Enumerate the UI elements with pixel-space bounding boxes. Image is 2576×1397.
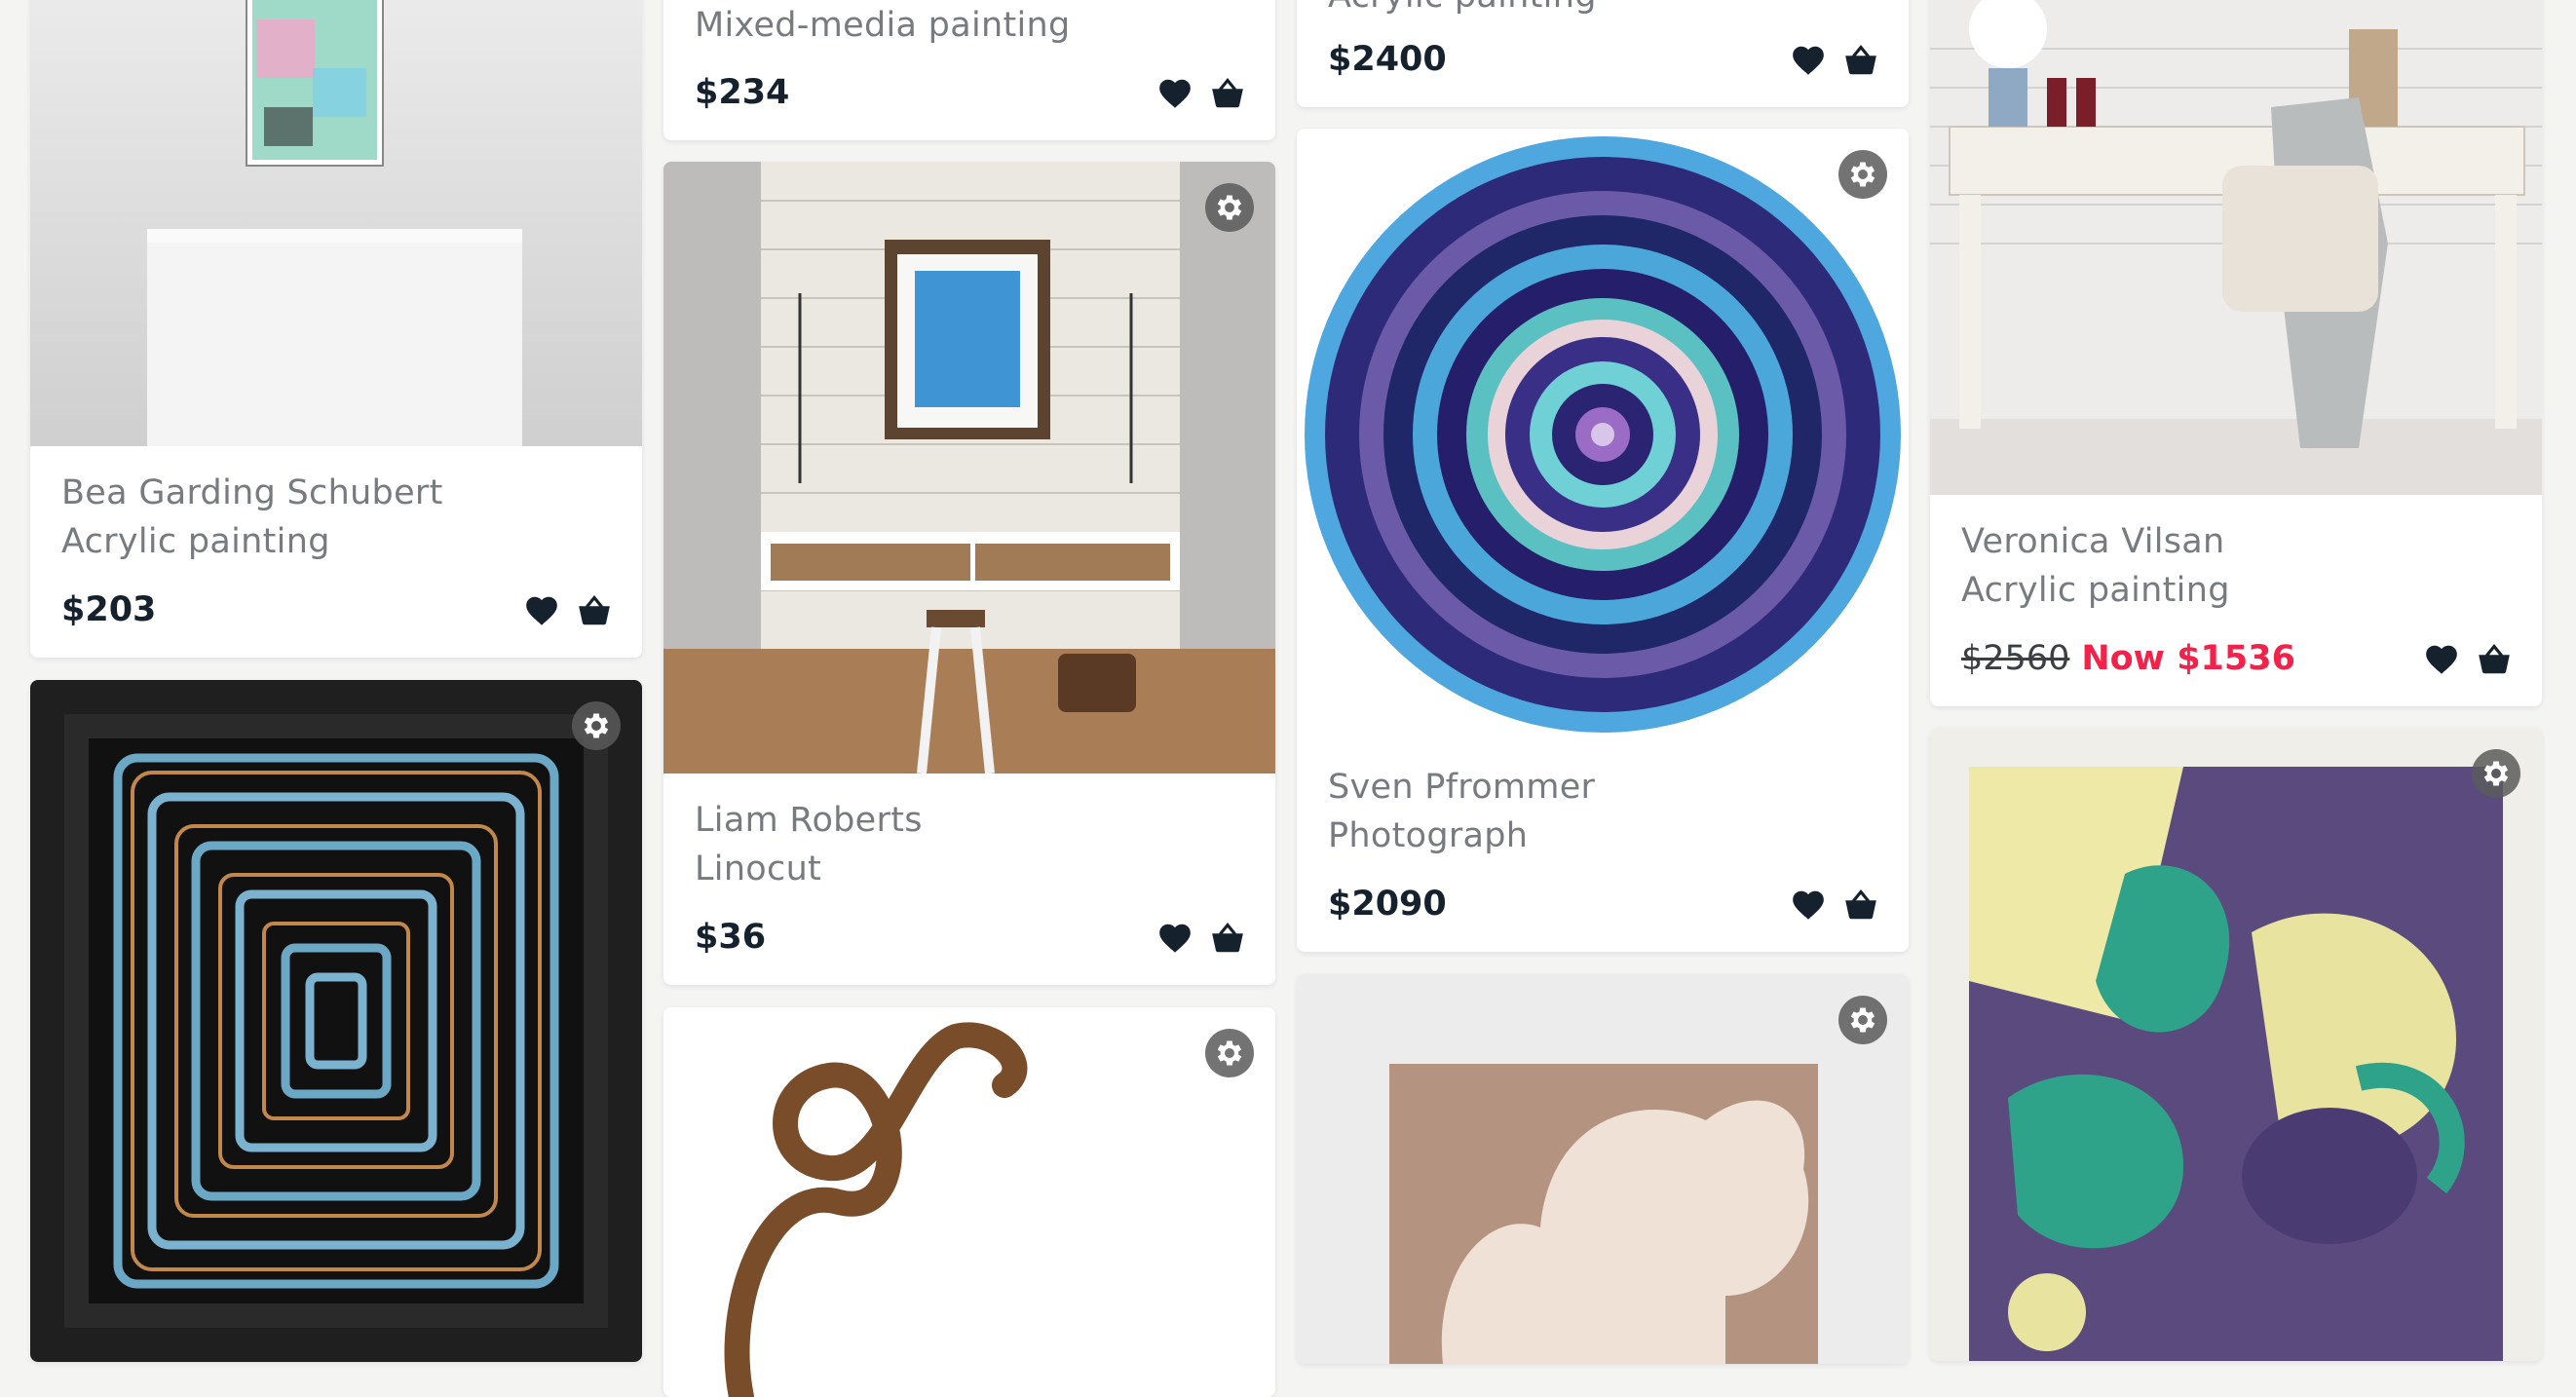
artist-name[interactable]: Bea Garding Schubert bbox=[61, 473, 443, 512]
price: $36 bbox=[695, 918, 767, 957]
heart-icon[interactable] bbox=[1156, 920, 1193, 957]
original-price: $2560 bbox=[1961, 639, 2070, 678]
artwork-medium: Photograph bbox=[1328, 816, 1529, 855]
sale-price: Now $1536 bbox=[2081, 639, 2295, 678]
basket-icon[interactable] bbox=[2476, 641, 2513, 678]
artwork-card[interactable]: Liam Roberts Linocut $36 bbox=[663, 162, 1275, 985]
artwork-card[interactable] bbox=[1297, 974, 1909, 1364]
artwork-medium: Acrylic painting bbox=[1328, 0, 1597, 16]
price: $2400 bbox=[1328, 40, 1447, 79]
card-actions bbox=[1156, 75, 1246, 112]
artwork-image[interactable] bbox=[663, 1007, 1275, 1397]
basket-icon[interactable] bbox=[1842, 887, 1879, 924]
basket-icon[interactable] bbox=[1209, 75, 1246, 112]
heart-icon[interactable] bbox=[2423, 641, 2460, 678]
price: $234 bbox=[695, 73, 790, 112]
artwork-card[interactable]: Mixed-media painting $234 bbox=[663, 0, 1275, 140]
gear-icon[interactable] bbox=[1838, 150, 1887, 199]
gear-icon[interactable] bbox=[572, 701, 621, 750]
artist-name[interactable]: Veronica Vilsan bbox=[1961, 522, 2225, 561]
heart-icon[interactable] bbox=[1790, 42, 1827, 79]
artwork-card[interactable] bbox=[663, 1007, 1275, 1397]
artwork-card[interactable] bbox=[1930, 728, 2542, 1361]
card-actions bbox=[1790, 42, 1879, 79]
artwork-image[interactable] bbox=[30, 680, 642, 1362]
heart-icon[interactable] bbox=[523, 592, 560, 629]
artwork-image[interactable] bbox=[1930, 728, 2542, 1361]
card-actions bbox=[2423, 641, 2513, 678]
gear-icon[interactable] bbox=[1838, 996, 1887, 1044]
basket-icon[interactable] bbox=[576, 592, 613, 629]
artwork-medium: Linocut bbox=[695, 850, 822, 888]
artwork-image[interactable] bbox=[30, 0, 642, 446]
artwork-card[interactable]: Veronica Vilsan Acrylic painting $2560 No… bbox=[1930, 0, 2542, 706]
artwork-medium: Acrylic painting bbox=[1961, 571, 2230, 610]
card-actions bbox=[1790, 887, 1879, 924]
artwork-medium: Mixed-media painting bbox=[695, 6, 1071, 45]
artwork-image[interactable] bbox=[663, 162, 1275, 774]
gear-icon[interactable] bbox=[1205, 183, 1254, 232]
gear-icon[interactable] bbox=[2472, 749, 2520, 798]
artwork-card[interactable] bbox=[30, 680, 642, 1362]
heart-icon[interactable] bbox=[1156, 75, 1193, 112]
price: $2560 Now $1536 bbox=[1961, 639, 2295, 678]
price: $203 bbox=[61, 590, 157, 629]
card-actions bbox=[1156, 920, 1246, 957]
basket-icon[interactable] bbox=[1842, 42, 1879, 79]
card-actions bbox=[523, 592, 613, 629]
gear-icon[interactable] bbox=[1205, 1029, 1254, 1077]
heart-icon[interactable] bbox=[1790, 887, 1827, 924]
artwork-card[interactable]: Sven Pfrommer Photograph $2090 bbox=[1297, 129, 1909, 952]
artwork-image[interactable] bbox=[1930, 0, 2542, 495]
artwork-card[interactable]: Acrylic painting $2400 bbox=[1297, 0, 1909, 107]
price: $2090 bbox=[1328, 885, 1447, 924]
basket-icon[interactable] bbox=[1209, 920, 1246, 957]
artwork-image[interactable] bbox=[1297, 129, 1909, 740]
artwork-image[interactable] bbox=[1297, 974, 1909, 1364]
artist-name[interactable]: Liam Roberts bbox=[695, 801, 923, 840]
artwork-card[interactable]: Bea Garding Schubert Acrylic painting $2… bbox=[30, 0, 642, 658]
artwork-medium: Acrylic painting bbox=[61, 522, 330, 561]
artist-name[interactable]: Sven Pfrommer bbox=[1328, 768, 1595, 807]
